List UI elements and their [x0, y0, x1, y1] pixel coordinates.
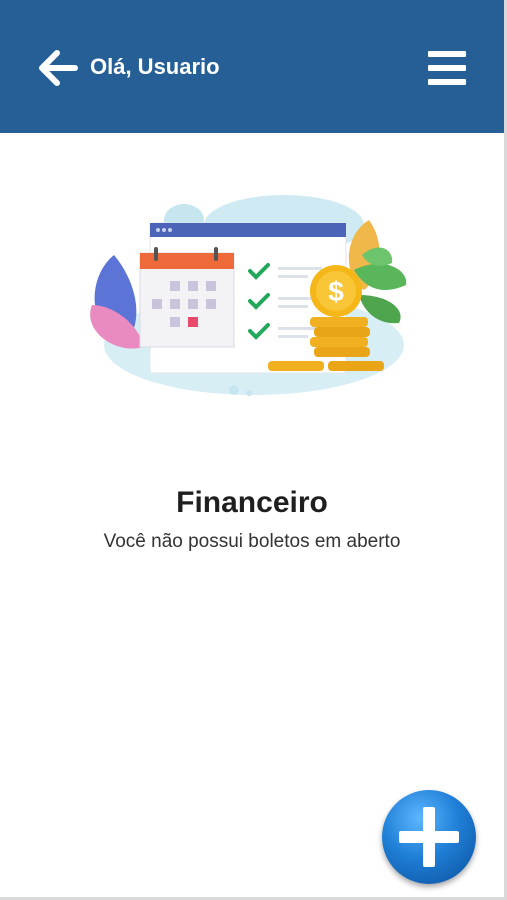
empty-state-message: Você não possui boletos em aberto	[103, 531, 401, 552]
add-button[interactable]	[382, 790, 476, 884]
arrow-left-icon	[39, 50, 78, 86]
menu-button[interactable]	[428, 49, 468, 87]
back-button[interactable]	[38, 50, 78, 86]
greeting-text: Olá, Usuario	[90, 54, 220, 79]
app-screen: Olá, Usuario $ Financeiro Você não possu…	[0, 0, 507, 900]
app-header: Olá, Usuario	[0, 0, 504, 133]
finance-calendar-coins-illustration: $	[84, 195, 414, 400]
hamburger-menu-icon	[428, 51, 466, 57]
svg-text:$: $	[328, 276, 344, 307]
page-title: Financeiro	[176, 486, 328, 519]
